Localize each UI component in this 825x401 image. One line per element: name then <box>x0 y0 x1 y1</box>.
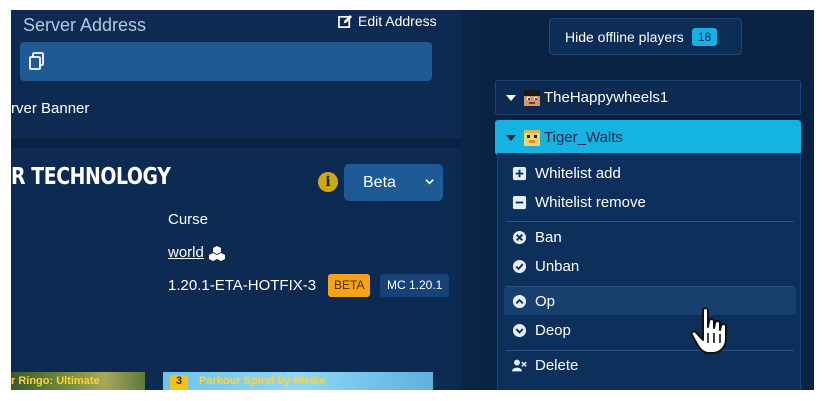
menu-item-label: Unban <box>535 257 580 275</box>
plus-square-icon <box>512 166 527 180</box>
server-details-panel: Server Address Edit Address rver Banner … <box>11 10 461 390</box>
minus-square-icon <box>512 195 527 209</box>
op-item[interactable]: Op <box>504 287 796 315</box>
player-row-expanded[interactable]: Tiger_Walts <box>495 120 801 155</box>
chevron-up-circle-icon <box>512 294 527 308</box>
unban-item[interactable]: Unban <box>504 252 796 280</box>
cubes-icon <box>208 245 225 261</box>
deop-item[interactable]: Deop <box>504 316 796 344</box>
x-circle-icon <box>512 230 527 244</box>
more-info-item[interactable] <box>504 382 796 390</box>
beta-badge: BETA <box>328 274 371 297</box>
player-name: TheHappywheels1 <box>544 89 669 106</box>
edit-icon <box>338 14 353 28</box>
thumbnail-number: 3 <box>170 375 188 390</box>
modpack-thumbnail[interactable]: r Ringo: Ultimate <box>11 372 145 390</box>
menu-item-label: Deop <box>535 321 571 339</box>
user-icon <box>517 389 522 390</box>
channel-select[interactable]: Beta <box>344 164 443 201</box>
server-banner-label: rver Banner <box>11 100 90 117</box>
menu-item-label: Ban <box>535 228 562 246</box>
menu-item-label: Delete <box>535 356 579 374</box>
section-divider <box>11 138 461 148</box>
modpack-platform: Curse <box>168 211 209 228</box>
delete-item[interactable]: Delete <box>504 351 796 379</box>
user-x-icon <box>512 359 527 371</box>
thumbnail-title: r Ringo: Ultimate <box>11 375 100 387</box>
player-count-badge: 18 <box>691 27 718 46</box>
whitelist-add-item[interactable]: Whitelist add <box>504 159 796 187</box>
thumbnail-title: Parkour Spiral by Hielke <box>199 375 326 387</box>
player-avatar-icon <box>524 129 540 146</box>
hide-offline-label: Hide offline players <box>565 28 684 45</box>
player-row[interactable]: TheHappywheels1 <box>495 80 801 115</box>
caret-down-icon <box>506 94 516 101</box>
modpack-title: R TECHNOLOGY <box>11 164 171 190</box>
edit-address-label: Edit Address <box>358 13 437 29</box>
info-icon[interactable]: i <box>318 172 338 192</box>
mc-version-badge: MC 1.20.1 <box>380 274 450 297</box>
whitelist-remove-item[interactable]: Whitelist remove <box>504 188 796 216</box>
hide-offline-players-button[interactable]: Hide offline players 18 <box>549 18 742 55</box>
modpack-version: 1.20.1-ETA-HOTFIX-3 <box>168 277 317 294</box>
app-viewport: Server Address Edit Address rver Banner … <box>11 10 814 390</box>
modpack-thumbnail[interactable]: 3 Parkour Spiral by Hielke <box>163 372 433 390</box>
edit-address-button[interactable]: Edit Address <box>338 13 437 29</box>
server-address-label: Server Address <box>23 15 147 35</box>
players-panel: Hide offline players 18 TheHappywheels1 … <box>477 10 814 390</box>
channel-select-value: Beta <box>363 173 396 191</box>
player-name: Tiger_Walts <box>544 129 623 146</box>
player-avatar-icon <box>524 89 540 106</box>
menu-divider <box>506 221 794 222</box>
caret-down-icon <box>506 134 516 141</box>
copy-icon[interactable] <box>28 52 46 70</box>
check-circle-icon <box>512 259 527 273</box>
chevron-down-icon <box>425 179 434 185</box>
menu-item-label: Op <box>535 292 556 310</box>
chevron-down-circle-icon <box>512 323 527 337</box>
menu-item-label: Whitelist remove <box>535 193 646 211</box>
menu-item-label: Whitelist add <box>535 164 621 182</box>
ban-item[interactable]: Ban <box>504 223 796 251</box>
world-link[interactable]: world <box>168 244 225 261</box>
world-link-label: world <box>168 244 204 261</box>
player-actions-menu: Whitelist add Whitelist remove Ban Unban… <box>497 153 801 390</box>
server-address-field[interactable] <box>20 42 432 81</box>
